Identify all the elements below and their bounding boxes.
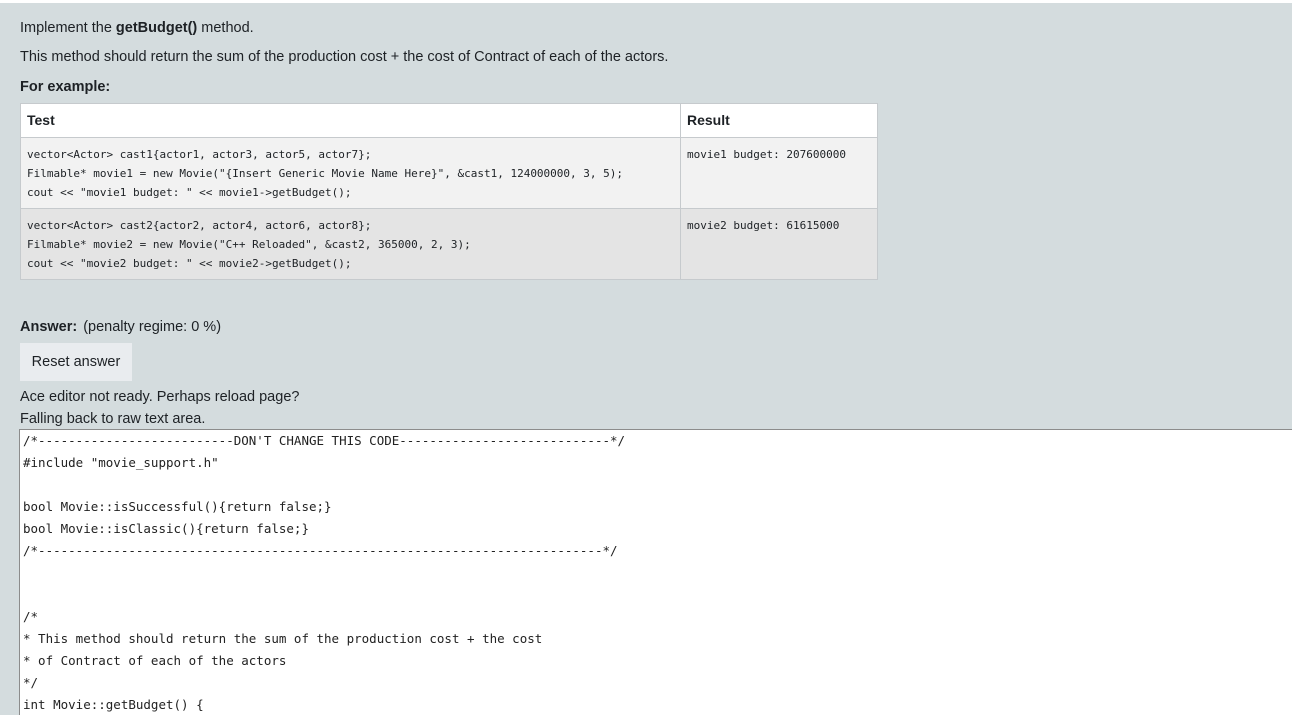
code-line: #include "movie_support.h"	[23, 455, 219, 470]
intro-suffix: method.	[197, 20, 254, 36]
table-row: vector<Actor> cast1{actor1, actor3, acto…	[20, 137, 878, 209]
code-line: /*	[23, 609, 39, 624]
answer-heading: Answer: (penalty regime: 0 %)	[20, 318, 221, 336]
penalty-regime: (penalty regime: 0 %)	[83, 319, 222, 335]
example-heading: For example:	[20, 79, 111, 95]
column-header-test: Test	[20, 103, 681, 138]
code-line: bool Movie::isClassic(){return false;}	[23, 521, 309, 536]
reset-answer-button[interactable]: Reset answer	[20, 343, 132, 381]
editor-notice: Ace editor not ready. Perhaps reload pag…	[20, 389, 300, 405]
code-line: /*--------------------------------------…	[23, 543, 618, 558]
intro-prefix: Implement the	[20, 20, 116, 36]
result-cell: movie1 budget: 207600000	[680, 137, 878, 209]
quiz-page: Implement the getBudget() method. This m…	[0, 0, 1292, 715]
question-description: This method should return the sum of the…	[20, 49, 669, 65]
question-intro: Implement the getBudget() method.	[20, 19, 254, 37]
table-row: vector<Actor> cast2{actor2, actor4, acto…	[20, 208, 878, 280]
code-line: * of Contract of each of the actors	[23, 653, 287, 668]
answer-code-textarea[interactable]: /*--------------------------DON'T CHANGE…	[19, 429, 1292, 715]
answer-label: Answer:	[20, 319, 78, 335]
question-panel: Implement the getBudget() method. This m…	[0, 3, 1292, 715]
code-line: * This method should return the sum of t…	[23, 631, 543, 646]
result-cell: movie2 budget: 61615000	[680, 208, 878, 280]
test-code-cell: vector<Actor> cast1{actor1, actor3, acto…	[20, 137, 681, 209]
example-table: Test Result vector<Actor> cast1{actor1, …	[20, 103, 878, 280]
code-line: int Movie::getBudget() {	[23, 697, 204, 712]
editor-fallback-notice: Falling back to raw text area.	[20, 411, 206, 427]
code-line: bool Movie::isSuccessful(){return false;…	[23, 499, 332, 514]
test-code-cell: vector<Actor> cast2{actor2, actor4, acto…	[20, 208, 681, 280]
intro-method-name: getBudget()	[115, 20, 198, 36]
example-table-header: Test Result	[20, 103, 878, 138]
code-line: */	[23, 675, 39, 690]
column-header-result: Result	[680, 103, 878, 138]
code-line: /*--------------------------DON'T CHANGE…	[23, 433, 626, 448]
